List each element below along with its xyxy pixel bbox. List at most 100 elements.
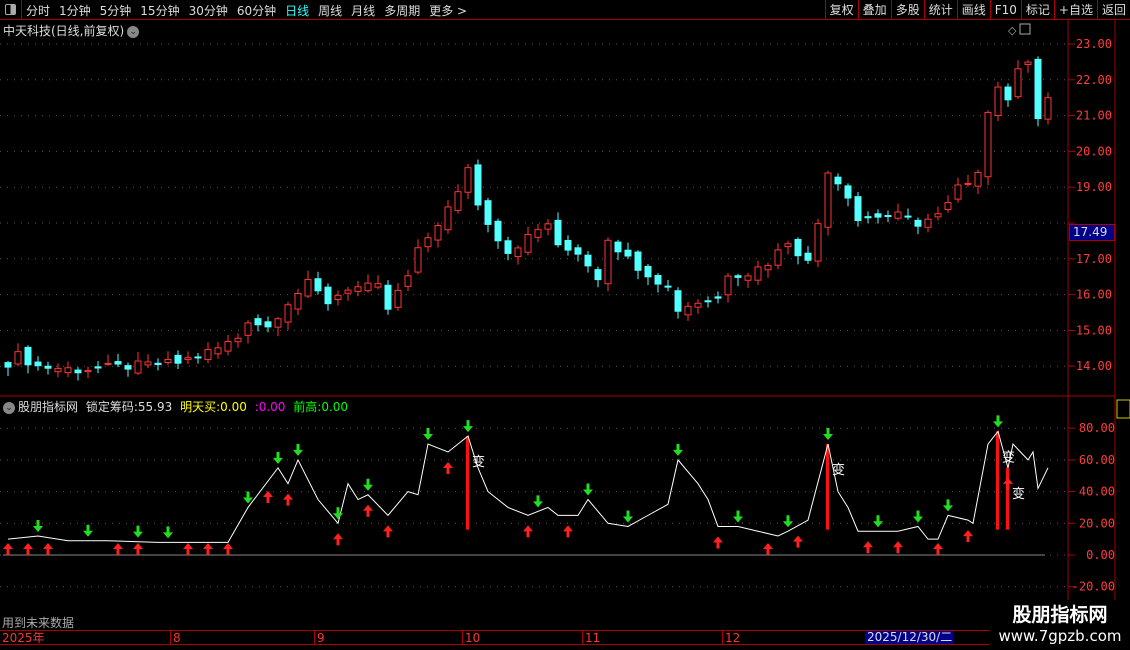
candle-up (244, 322, 252, 336)
buy-arrow-icon (23, 543, 33, 555)
sell-arrow-icon (293, 443, 303, 456)
change-label: 变 (832, 462, 845, 478)
candle-down (504, 240, 512, 254)
candle-up (14, 351, 22, 365)
buy-label: 明天买: (180, 400, 221, 414)
candle-down (24, 346, 32, 366)
candle-up (404, 275, 412, 287)
candle-up (544, 223, 552, 230)
candle-up (744, 275, 752, 281)
sell-arrow-icon (623, 510, 633, 523)
candle-up (984, 111, 992, 178)
candle-up (784, 243, 792, 248)
watermark-title: 股朋指标网 (1012, 604, 1108, 626)
candle-up (464, 167, 472, 193)
buy-value: 0.00 (220, 400, 247, 414)
high-value: 0.00 (321, 400, 349, 414)
high-label: 前高: (293, 400, 322, 414)
y-tick-label: 15.00 (1076, 323, 1112, 337)
sell-arrow-icon (273, 451, 283, 464)
candle-down (94, 366, 102, 369)
y-tick-label: 16.00 (1076, 288, 1112, 302)
candle-up (824, 172, 832, 228)
sell-arrow-icon (943, 499, 953, 512)
buy-arrow-icon (333, 533, 343, 546)
change-label: 变 (1012, 486, 1025, 502)
candle-down (664, 285, 672, 288)
candle-up (54, 367, 62, 373)
lock-value: 55.93 (137, 400, 173, 414)
sell-arrow-icon (83, 524, 93, 537)
candle-down (594, 269, 602, 281)
candle-down (194, 356, 202, 359)
candle-down (174, 354, 182, 364)
candle-up (344, 289, 352, 294)
candle-down (864, 216, 872, 219)
future-data-note: 用到未来数据 (2, 616, 75, 630)
candle-down (674, 290, 682, 312)
watermark-url: www.7gpzb.com (998, 627, 1122, 645)
candle-down (624, 249, 632, 257)
candle-up (64, 367, 72, 374)
buy-arrow-icon (263, 491, 273, 504)
candle-up (754, 266, 762, 281)
buy-arrow-icon (863, 541, 873, 554)
candle-down (884, 215, 892, 218)
candle-down (384, 284, 392, 310)
candle-down (904, 215, 912, 218)
change-bar (826, 444, 829, 530)
candle-down (834, 176, 842, 185)
buy-arrow-icon (523, 525, 533, 538)
candle-down (254, 318, 262, 326)
y-tick-label: 80.00 (1079, 421, 1115, 435)
candle-up (1014, 68, 1022, 98)
buy-arrow-icon (383, 525, 393, 538)
candle-down (804, 252, 812, 261)
candle-up (1024, 61, 1032, 65)
candle-down (484, 200, 492, 225)
candle-up (164, 359, 172, 364)
candle-down (44, 365, 52, 369)
candle-down (74, 369, 82, 374)
sell-arrow-icon (873, 515, 883, 528)
sell-arrow-icon (243, 491, 253, 504)
candle-down (34, 361, 42, 367)
buy-arrow-icon (763, 543, 773, 555)
sell-arrow-icon (673, 443, 683, 456)
candle-down (124, 365, 132, 370)
candle-up (144, 361, 152, 366)
buy-arrow-icon (933, 543, 943, 555)
candle-up (304, 279, 312, 297)
time-label: 10 (462, 631, 480, 645)
indicator-title: ⌄ 股朋指标网 锁定筹码:55.93 明天买:0.00 :0.00 前高:0.00 (3, 398, 348, 415)
candle-up (234, 337, 242, 343)
y-tick-label: 20.00 (1079, 516, 1115, 530)
y-tick-label: 60.00 (1079, 453, 1115, 467)
candle-up (214, 347, 222, 355)
candle-up (894, 211, 902, 219)
candle-down (714, 296, 722, 299)
sell-arrow-icon (783, 515, 793, 528)
buy-arrow-icon (893, 541, 903, 554)
candle-up (954, 184, 962, 200)
candle-up (944, 202, 952, 210)
candle-down (494, 220, 502, 242)
y-tick-label: 14.00 (1076, 359, 1112, 373)
chevron-down-icon[interactable]: ⌄ (3, 401, 15, 414)
candle-up (514, 247, 522, 258)
y-tick-label: 21.00 (1076, 109, 1112, 123)
kline-chart[interactable]: 23.00 22.00 21.00 20.00 19.00 17.00 16.00 15.00… (0, 0, 1130, 650)
candle-down (564, 240, 572, 251)
candle-up (184, 357, 192, 361)
y-tick-label: 22.00 (1076, 73, 1112, 87)
candle-down (114, 361, 122, 365)
buy-arrow-icon (3, 543, 13, 555)
indicator-name: 股朋指标网 (18, 400, 79, 414)
candle-up (284, 304, 292, 323)
time-label: 9 (314, 631, 325, 645)
buy-arrow-icon (793, 535, 803, 548)
candle-down (644, 265, 652, 278)
sell-arrow-icon (533, 495, 543, 508)
candle-down (914, 219, 922, 227)
change-bar (1006, 467, 1009, 530)
